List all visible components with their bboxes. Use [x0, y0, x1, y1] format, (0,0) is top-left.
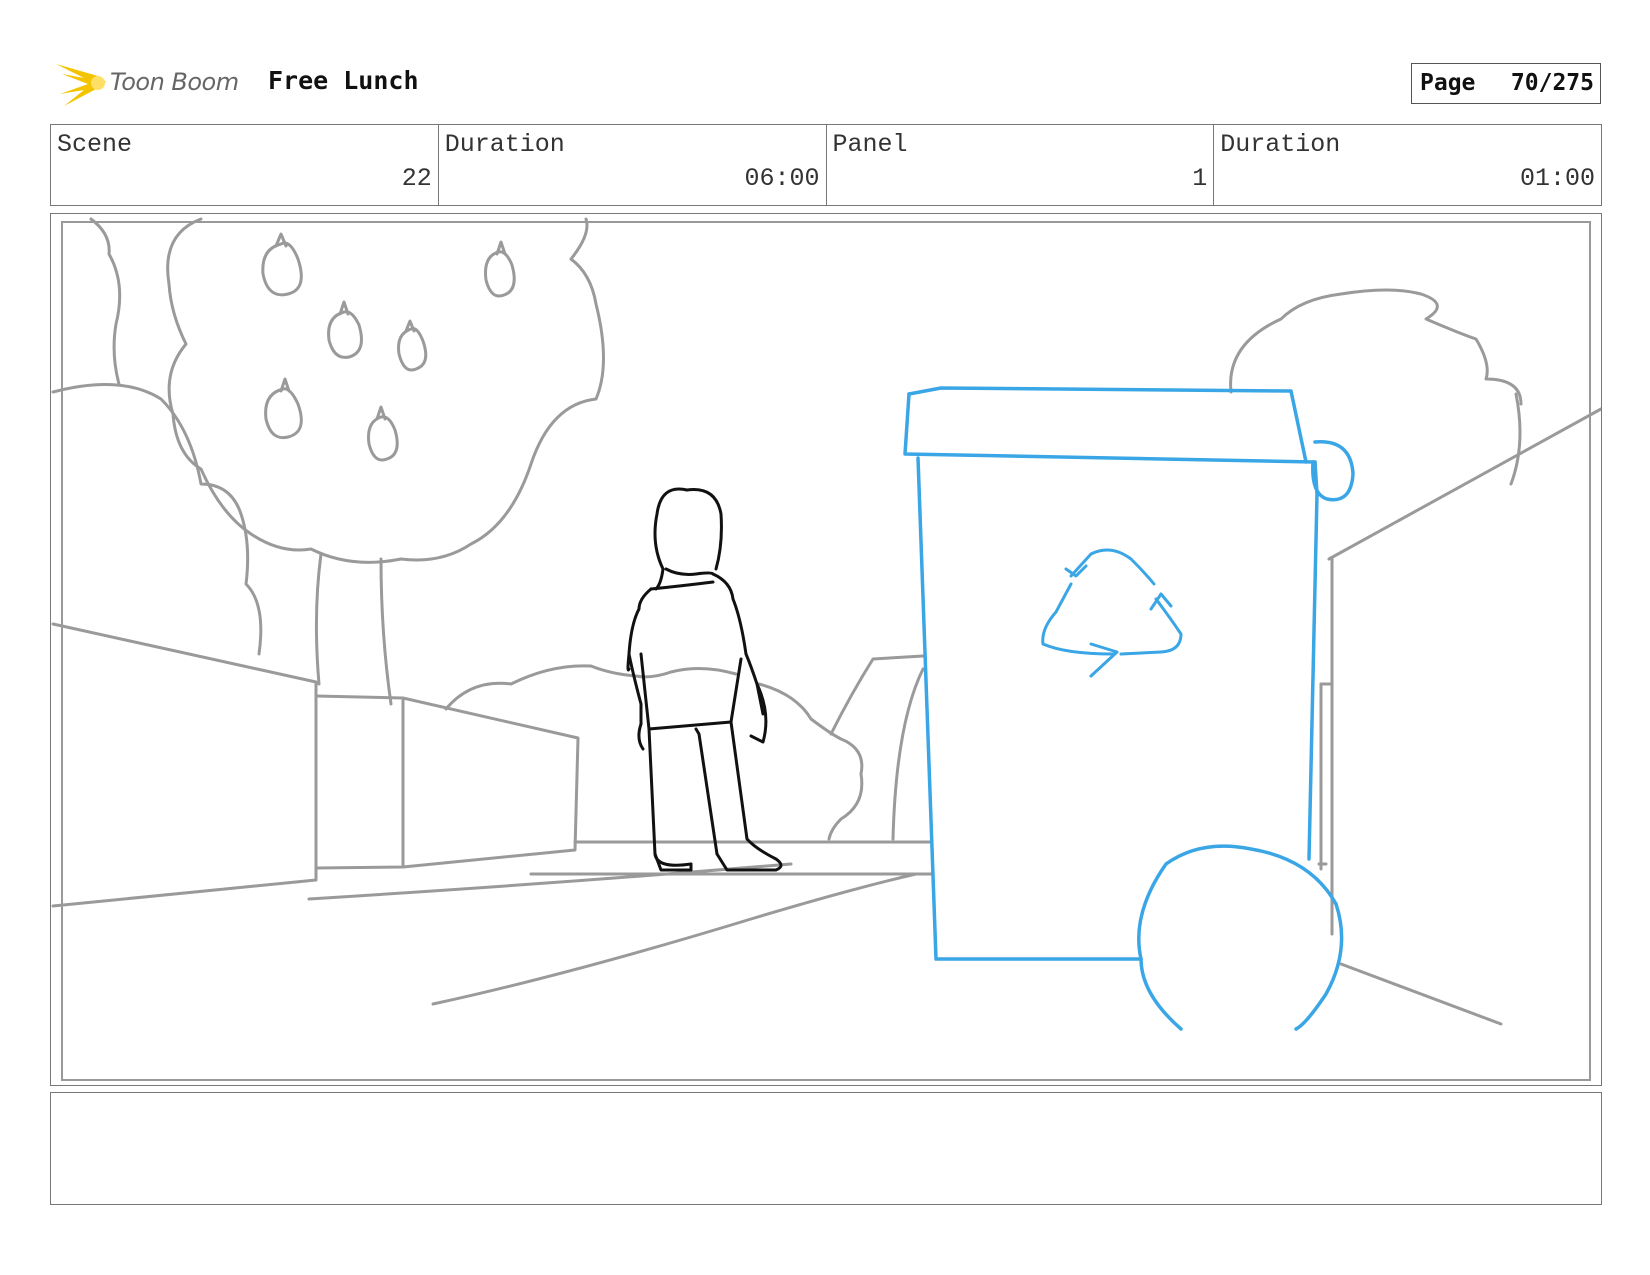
toon-boom-logo-icon — [56, 64, 106, 106]
background-sketch — [51, 217, 1601, 1026]
panel-duration-label: Duration — [1220, 130, 1341, 159]
scene-duration-label: Duration — [444, 130, 565, 159]
panel-value: 1 — [1192, 164, 1208, 193]
scene-info-table: Scene 22 Duration 06:00 Panel 1 Duration… — [50, 124, 1602, 206]
scene-cell: Scene 22 — [51, 125, 438, 205]
panel-label: Panel — [832, 130, 908, 159]
storyboard-panel-frame — [50, 213, 1602, 1086]
toon-boom-logo: Toon Boom — [54, 58, 254, 110]
panel-duration-cell: Duration 01:00 — [1213, 125, 1601, 205]
panel-duration-value: 01:00 — [1519, 164, 1595, 193]
panel-cell: Panel 1 — [825, 125, 1214, 205]
scene-label: Scene — [57, 130, 133, 159]
scene-value: 22 — [401, 164, 432, 193]
page-label: Page — [1420, 70, 1476, 96]
page-indicator: Page 70/275 — [1411, 63, 1601, 104]
caption-box — [50, 1092, 1602, 1205]
project-title: Free Lunch — [268, 66, 419, 95]
character-sketch — [626, 487, 783, 872]
scene-duration-value: 06:00 — [744, 164, 820, 193]
recycling-bin-sketch — [903, 386, 1355, 1031]
logo-text: Toon Boom — [110, 68, 239, 96]
scene-duration-cell: Duration 06:00 — [437, 125, 826, 205]
page-value: 70/275 — [1510, 70, 1594, 96]
recycle-icon — [1041, 548, 1183, 678]
storyboard-sketch — [51, 217, 1601, 1081]
